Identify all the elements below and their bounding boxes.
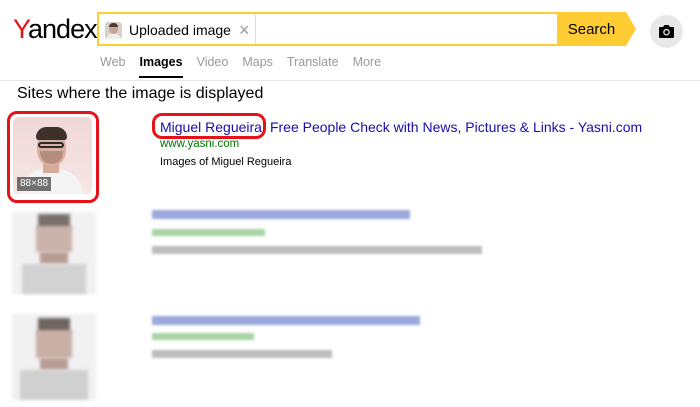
close-icon[interactable]: × — [239, 21, 250, 39]
highlight-box-name — [152, 113, 266, 139]
tab-maps[interactable]: Maps — [242, 54, 273, 70]
blurred-title — [152, 316, 420, 325]
blurred-description — [152, 246, 482, 254]
blurred-description — [152, 350, 332, 358]
search-box[interactable]: Uploaded image × — [97, 12, 625, 46]
header-divider — [0, 80, 700, 81]
chip-separator — [255, 14, 256, 44]
logo-rest: andex — [28, 14, 98, 44]
uploaded-image-thumbnail — [105, 21, 122, 39]
result-title-rest[interactable]: Free People Check with News, Pictures & … — [270, 119, 642, 135]
section-title: Sites where the image is displayed — [17, 85, 264, 102]
tab-more[interactable]: More — [353, 54, 381, 70]
logo-letter-y: Y — [13, 14, 29, 44]
uploaded-image-label: Uploaded image — [129, 22, 231, 38]
uploaded-image-chip[interactable]: Uploaded image × — [105, 19, 249, 41]
camera-search-button[interactable] — [650, 15, 683, 48]
camera-icon — [659, 25, 674, 38]
result-url[interactable]: www.yasni.com — [160, 138, 239, 150]
search-button-arrow — [626, 12, 636, 46]
search-tabs: Web Images Video Maps Translate More — [100, 54, 395, 78]
blurred-thumbnail[interactable] — [8, 206, 100, 298]
blurred-thumbnail[interactable] — [8, 308, 100, 404]
highlight-box-thumbnail — [7, 111, 99, 203]
tab-video[interactable]: Video — [197, 54, 229, 70]
tab-translate[interactable]: Translate — [287, 54, 339, 70]
tab-images[interactable]: Images — [139, 54, 183, 78]
blurred-title — [152, 210, 410, 219]
search-button[interactable]: Search — [557, 12, 626, 46]
result-description: Images of Miguel Regueira — [160, 156, 292, 168]
blurred-url — [152, 333, 254, 340]
blurred-url — [152, 229, 265, 236]
tab-web[interactable]: Web — [100, 54, 125, 70]
yandex-logo[interactable]: Yandex — [13, 13, 98, 45]
